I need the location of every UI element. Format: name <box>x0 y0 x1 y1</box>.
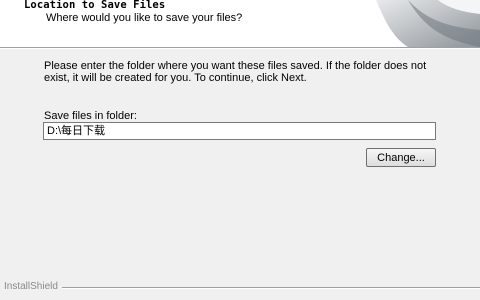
save-folder-input[interactable]: D:\每日下载 <box>43 122 436 140</box>
header-title: Location to Save Files <box>24 0 166 11</box>
save-folder-label: Save files in folder: <box>44 110 137 122</box>
change-button[interactable]: Change... <box>366 148 436 167</box>
header-subtitle: Where would you like to save your files? <box>46 12 243 24</box>
footer-divider <box>62 287 480 289</box>
instructions-text: Please enter the folder where you want t… <box>44 60 427 84</box>
installshield-brand: InstallShield <box>4 281 58 292</box>
installer-graphic-icon <box>376 0 480 47</box>
wizard-header: Location to Save Files Where would you l… <box>0 0 480 48</box>
